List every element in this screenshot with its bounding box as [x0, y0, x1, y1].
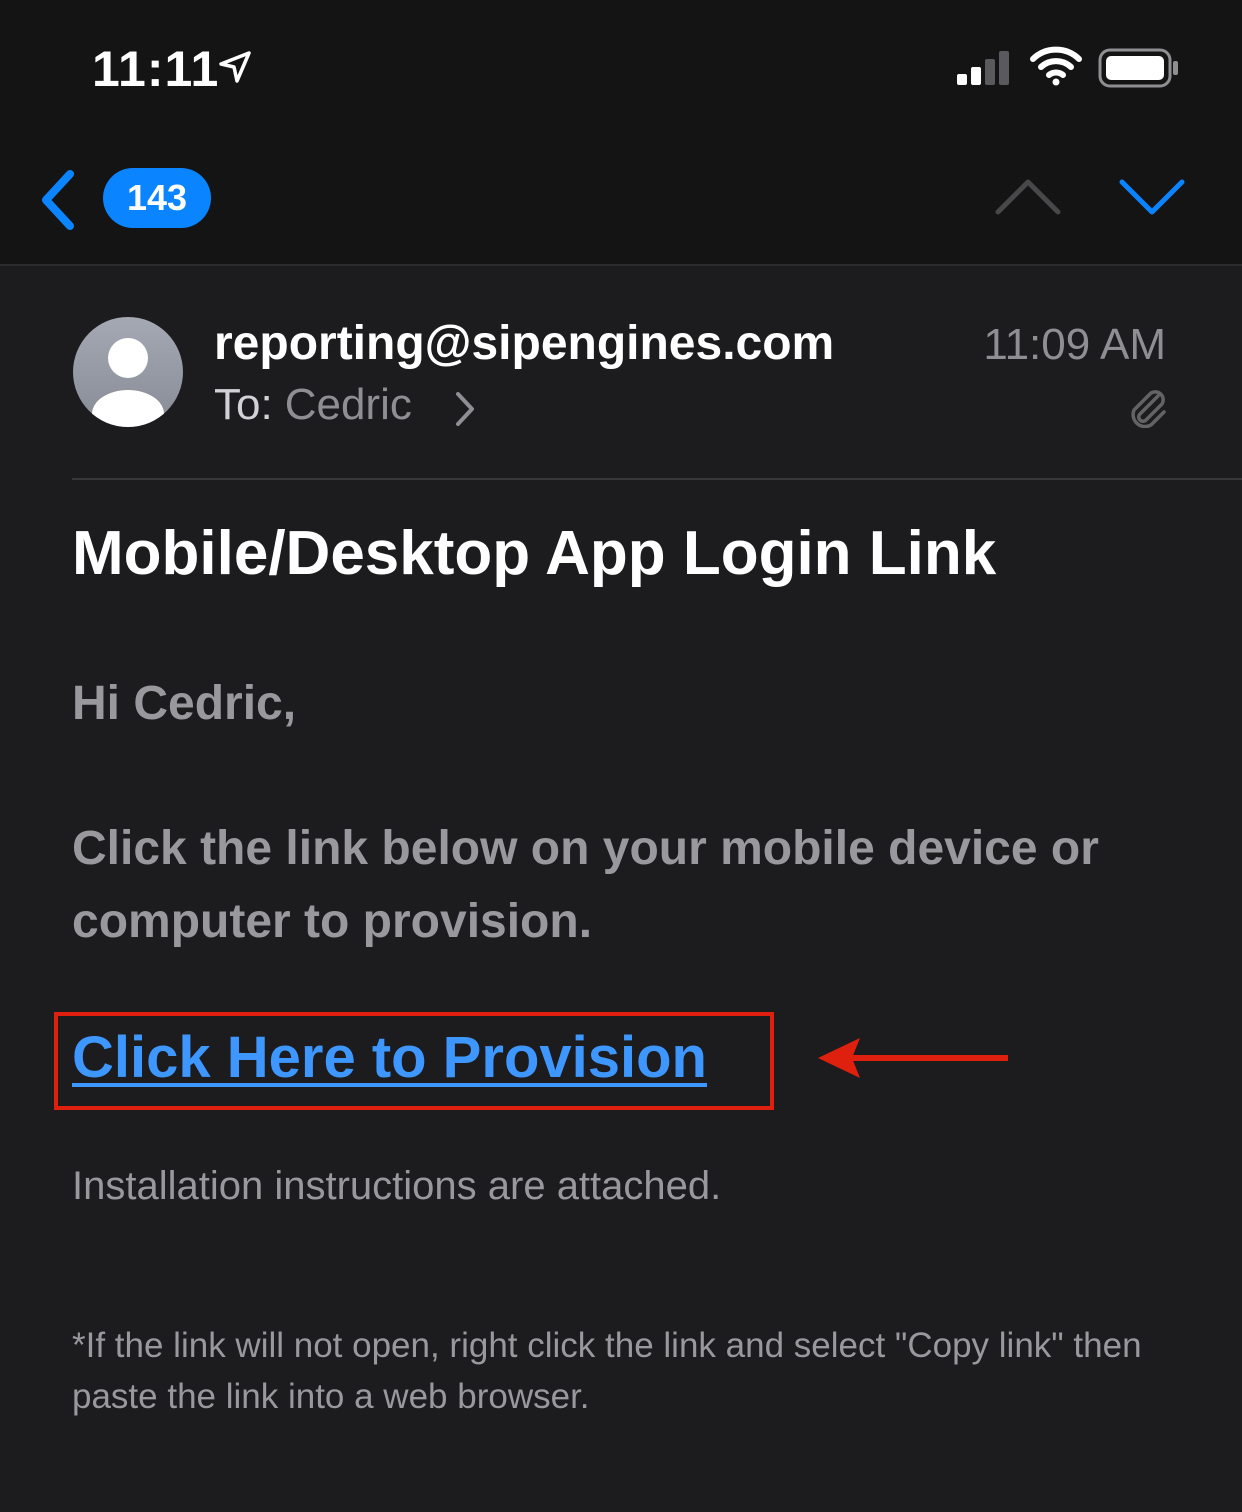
battery-icon — [1098, 48, 1178, 88]
unread-count-badge[interactable]: 143 — [103, 168, 211, 228]
chevron-left-icon[interactable] — [36, 168, 80, 232]
chevron-right-icon[interactable] — [454, 390, 476, 428]
paperclip-icon — [1131, 390, 1166, 428]
navigation-bar: 143 — [0, 130, 1242, 266]
sender-address[interactable]: reporting@sipengines.com — [214, 316, 834, 371]
recipient-row[interactable]: To: Cedric — [214, 380, 412, 430]
status-bar: 11:11 — [0, 0, 1242, 130]
cellular-signal-icon — [957, 51, 1009, 85]
header-divider — [72, 478, 1242, 480]
message-header: reporting@sipengines.com 11:09 AM To: Ced… — [0, 266, 1242, 480]
footnote-text: *If the link will not open, right click … — [72, 1326, 1142, 1416]
avatar[interactable] — [72, 316, 184, 428]
greeting-text: Hi Cedric, — [72, 677, 297, 730]
installation-note: Installation instructions are attached. — [72, 1164, 722, 1208]
location-arrow-icon — [219, 51, 251, 83]
to-label: To: — [214, 380, 273, 429]
recipient-name[interactable]: Cedric — [285, 380, 412, 429]
chevron-up-icon[interactable] — [994, 176, 1062, 218]
provision-link[interactable]: Click Here to Provision — [72, 1024, 707, 1091]
status-time: 11:11 — [92, 41, 220, 97]
wifi-icon — [1030, 46, 1082, 86]
message-time: 11:09 AM — [983, 320, 1166, 369]
chevron-down-icon[interactable] — [1118, 176, 1186, 218]
body-text: Click the link below on your mobile devi… — [72, 822, 1099, 948]
message-subject: Mobile/Desktop App Login Link — [72, 519, 997, 588]
annotation-arrow-icon — [818, 1038, 1008, 1078]
